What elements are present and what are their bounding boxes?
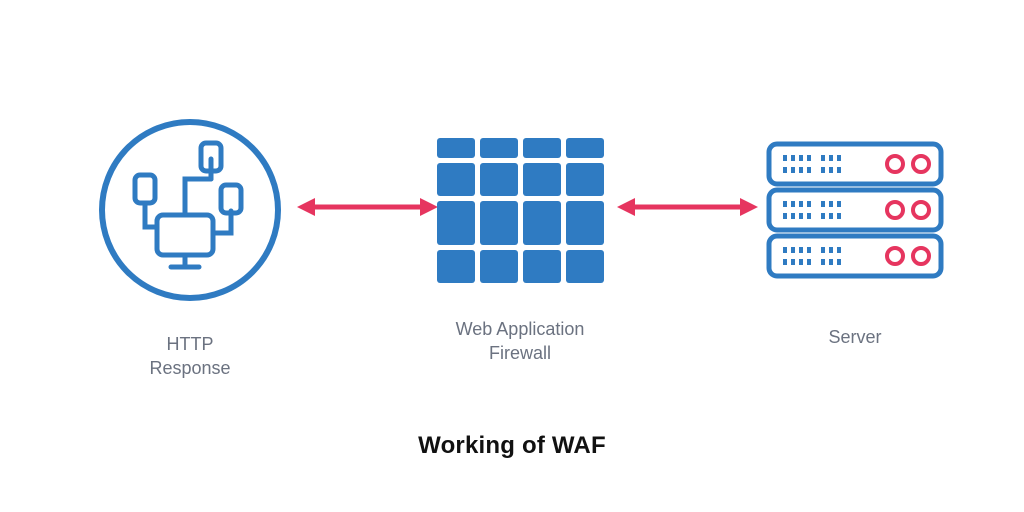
node-server: Server [760, 140, 950, 349]
server-rack-icon [765, 140, 945, 285]
node-client-label: HTTP Response [149, 332, 230, 381]
diagram-title: Working of WAF [0, 432, 1024, 460]
diagram-canvas: HTTP Response [0, 0, 1024, 512]
node-client: HTTP Response [80, 115, 300, 381]
arrow-waf-server [615, 192, 760, 227]
node-waf-label: Web Application Firewall [456, 317, 585, 366]
node-waf: Web Application Firewall [430, 130, 610, 366]
network-circle-icon [95, 115, 285, 310]
node-server-label: Server [828, 325, 881, 349]
arrow-client-waf [295, 192, 440, 227]
firewall-grid-icon [435, 130, 605, 295]
